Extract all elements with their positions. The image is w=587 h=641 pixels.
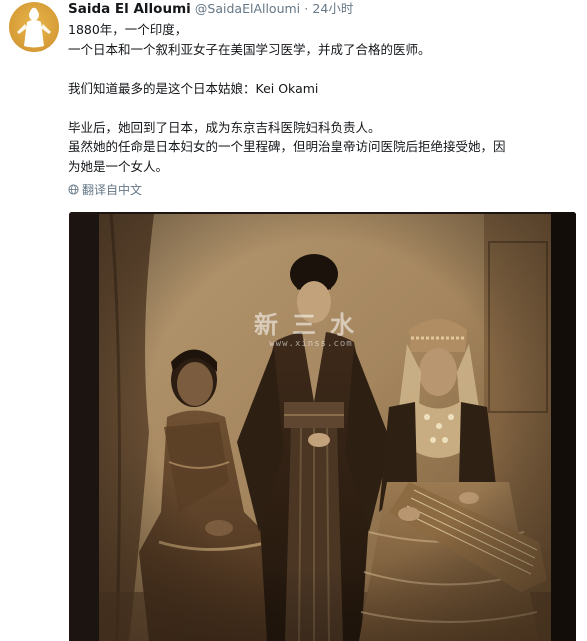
translate-label: 翻译自中文 (82, 183, 143, 197)
translate-link[interactable]: 翻译自中文 (68, 181, 142, 199)
tweet-card: Saida El Alloumi @SaidaElAlloumi · 24小时 … (0, 0, 587, 641)
tweet-header: Saida El Alloumi @SaidaElAlloumi · 24小时 (68, 0, 353, 18)
tweet-text-line: 我们知道最多的是这个日本姑娘：Kei Okami (68, 80, 319, 96)
tweet-text: 1880年，一个印度， 一个日本和一个叙利亚女子在美国学习医学，并成了合格的医师… (68, 20, 578, 176)
tweet-photo[interactable]: 新三水 www.xinss.com (69, 212, 576, 641)
tweet-text-line: 毕业后，她回到了日本，成为东京吉科医院妇科负责人。 (68, 119, 381, 135)
tweet-text-line: 虽然她的任命是日本妇女的一个里程碑，但明治皇帝访问医院后拒绝接受她，因 (68, 139, 506, 154)
tweet-text-line: 一个日本和一个叙利亚女子在美国学习医学，并成了合格的医师。 (68, 41, 431, 57)
tweet-text-line: 1880年，一个印度， (68, 22, 188, 37)
avatar[interactable] (9, 2, 59, 52)
historical-photo-image (69, 212, 576, 641)
tweet-text-line: 为她是一个女人。 (68, 158, 169, 174)
user-handle[interactable]: @SaidaElAlloumi (195, 1, 300, 16)
display-name[interactable]: Saida El Alloumi (68, 1, 191, 17)
separator-dot: · (304, 1, 309, 16)
globe-icon (68, 184, 79, 195)
avatar-figure-icon (17, 7, 51, 48)
tweet-timestamp[interactable]: 24小时 (312, 1, 353, 16)
